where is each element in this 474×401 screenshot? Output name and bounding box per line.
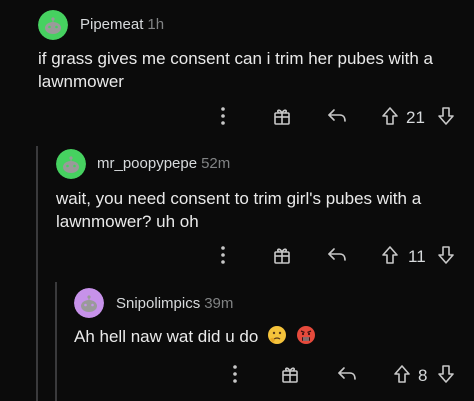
comment-meta: Snipolimpics 39m xyxy=(116,295,233,312)
comment-actions: 11 xyxy=(210,245,470,269)
snoo-avatar-icon xyxy=(74,288,104,318)
reply-icon[interactable] xyxy=(336,364,358,384)
comment-actions: 21 xyxy=(210,106,470,130)
comment-body: Ah hell naw wat did u do xyxy=(74,325,468,351)
avatar[interactable] xyxy=(74,288,104,318)
avatar[interactable] xyxy=(38,10,68,40)
vote-count: 11 xyxy=(408,247,426,266)
timestamp: 39m xyxy=(204,295,234,312)
comment-meta: Pipemeat 1h xyxy=(80,16,164,33)
award-icon[interactable] xyxy=(272,106,292,126)
upvote-icon[interactable] xyxy=(392,364,412,384)
username[interactable]: Snipolimpics xyxy=(116,295,200,312)
comment-pipemeat: Pipemeat 1h if grass gives me consent can… xyxy=(0,0,474,140)
comment-snipolimpics: Snipolimpics 39m Ah hell naw wat did u do… xyxy=(0,280,474,401)
timestamp: 1h xyxy=(147,16,165,33)
award-icon[interactable] xyxy=(272,245,292,265)
comment-meta: mr_poopypepe 52m xyxy=(97,155,230,172)
more-options-icon[interactable] xyxy=(232,364,238,384)
comment-mr-poopypepe: mr_poopypepe 52m wait, you need consent t… xyxy=(0,140,474,280)
upvote-icon[interactable] xyxy=(380,106,400,126)
comment-text: Ah hell naw wat did u do xyxy=(74,327,259,346)
reply-icon[interactable] xyxy=(326,245,348,265)
vote-count: 21 xyxy=(406,108,425,127)
vote-count: 8 xyxy=(418,366,428,385)
more-options-icon[interactable] xyxy=(220,106,226,126)
snoo-avatar-icon xyxy=(56,149,86,179)
downvote-icon[interactable] xyxy=(436,106,456,126)
more-options-icon[interactable] xyxy=(220,245,226,265)
snoo-avatar-icon xyxy=(38,10,68,40)
award-icon[interactable] xyxy=(280,364,300,384)
avatar[interactable] xyxy=(56,149,86,179)
thinking-face-emoji xyxy=(267,325,287,351)
comment-text: wait, you need consent to trim girl's pu… xyxy=(56,189,422,231)
timestamp: 52m xyxy=(201,155,231,172)
username[interactable]: Pipemeat xyxy=(80,16,143,33)
upvote-icon[interactable] xyxy=(380,245,400,265)
comment-actions: 8 xyxy=(222,364,474,388)
angry-face-emoji xyxy=(296,325,316,351)
downvote-icon[interactable] xyxy=(436,245,456,265)
username[interactable]: mr_poopypepe xyxy=(97,155,197,172)
comment-text: if grass gives me consent can i trim her… xyxy=(38,49,433,91)
downvote-icon[interactable] xyxy=(436,364,456,384)
reply-icon[interactable] xyxy=(326,106,348,126)
